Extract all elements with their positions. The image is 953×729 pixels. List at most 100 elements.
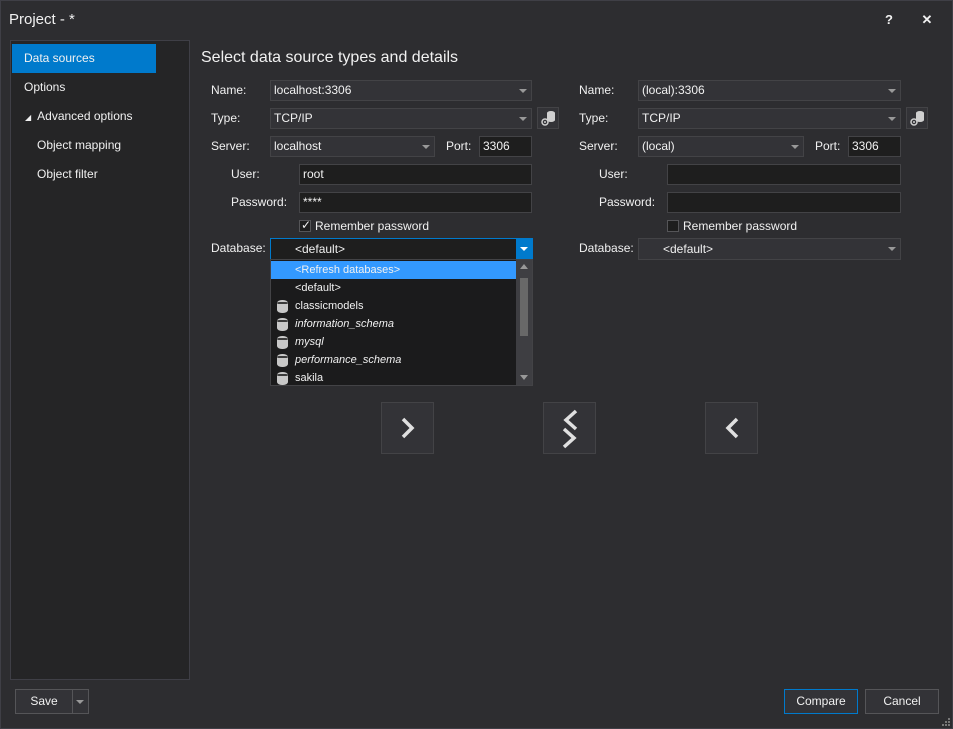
chevron-right-icon	[401, 417, 415, 439]
source-port-input[interactable]: 3306	[479, 136, 532, 157]
copy-source-to-target-button[interactable]	[381, 402, 434, 454]
source-name-combo[interactable]: localhost:3306	[270, 80, 532, 101]
cancel-button[interactable]: Cancel	[865, 689, 939, 714]
compare-button[interactable]: Compare	[784, 689, 858, 714]
source-type-combo[interactable]: TCP/IP	[270, 108, 532, 129]
collapse-triangle-icon[interactable]: ◢	[25, 113, 31, 122]
target-password-label: Password:	[599, 195, 656, 209]
database-icon	[277, 336, 288, 349]
database-dropdown-list: <Refresh databases> <default> classicmod…	[270, 259, 533, 386]
title-bar: Project - * ? ✕	[1, 1, 952, 39]
target-database-label: Database:	[579, 241, 634, 255]
scroll-down-icon[interactable]	[520, 375, 528, 380]
sidebar-item-advanced-options[interactable]: ◢ Advanced options	[12, 102, 182, 131]
sidebar-item-label: Object filter	[37, 167, 98, 181]
save-options-dropdown-button[interactable]	[72, 689, 89, 714]
chevron-down-icon	[520, 247, 528, 251]
dropdown-item-refresh-databases[interactable]: <Refresh databases>	[271, 261, 517, 279]
source-database-combo[interactable]: <default>	[270, 238, 533, 260]
project-dialog: Project - * ? ✕ Data sources Options ◢ Ad…	[0, 0, 953, 729]
source-database-label: Database:	[211, 241, 266, 255]
swap-arrows-icon	[562, 409, 578, 449]
target-user-label: User:	[599, 167, 628, 181]
target-remember-label: Remember password	[683, 219, 798, 233]
target-database-value: <default>	[663, 242, 714, 256]
chevron-down-icon	[888, 89, 896, 93]
database-settings-icon	[910, 111, 924, 126]
sidebar-item-label: Advanced options	[37, 109, 133, 123]
chevron-down-icon	[791, 145, 799, 149]
sidebar-item-object-mapping[interactable]: Object mapping	[12, 131, 182, 160]
chevron-down-icon	[519, 89, 527, 93]
source-server-label: Server:	[211, 139, 250, 153]
swap-sources-button[interactable]	[543, 402, 596, 454]
resize-grip-icon[interactable]	[942, 718, 950, 726]
close-button[interactable]: ✕	[916, 10, 938, 30]
list-item-label: classicmodels	[295, 300, 364, 312]
source-remember-label: Remember password	[315, 219, 430, 233]
dropdown-item-default[interactable]: <default>	[271, 279, 517, 297]
target-port-input[interactable]: 3306	[848, 136, 901, 157]
dropdown-item-performance-schema[interactable]: performance_schema	[271, 351, 517, 369]
source-server-value: localhost	[274, 139, 322, 153]
chevron-down-icon	[888, 247, 896, 251]
dropdown-item-information-schema[interactable]: information_schema	[271, 315, 517, 333]
target-server-value: (local)	[642, 139, 675, 153]
target-password-input[interactable]	[667, 192, 901, 213]
dropdown-item-mysql[interactable]: mysql	[271, 333, 517, 351]
target-connection-settings-button[interactable]	[906, 107, 928, 129]
source-user-input[interactable]: root	[299, 164, 532, 185]
source-user-label: User:	[231, 167, 260, 181]
dropdown-item-classicmodels[interactable]: classicmodels	[271, 297, 517, 315]
chevron-down-icon	[422, 145, 430, 149]
source-remember-checkbox[interactable]: ✓	[299, 218, 312, 232]
list-item-label: <Refresh databases>	[295, 264, 401, 276]
target-server-label: Server:	[579, 139, 618, 153]
dropdown-item-sakila[interactable]: sakila	[271, 369, 517, 387]
sidebar-item-data-sources[interactable]: Data sources	[12, 44, 156, 73]
source-database-value: <default>	[295, 242, 346, 256]
checkmark-icon: ✓	[301, 218, 312, 232]
copy-target-to-source-button[interactable]	[705, 402, 758, 454]
source-password-label: Password:	[231, 195, 288, 209]
scrollbar-thumb[interactable]	[520, 278, 528, 336]
target-database-combo[interactable]: <default>	[638, 238, 901, 260]
list-item-label: mysql	[295, 336, 324, 348]
chevron-down-icon	[76, 700, 84, 704]
source-connection-settings-button[interactable]	[537, 107, 559, 129]
database-icon	[277, 372, 288, 385]
source-server-combo[interactable]: localhost	[270, 136, 435, 157]
sidebar: Data sources Options ◢ Advanced options O…	[10, 40, 190, 680]
sidebar-item-label: Data sources	[24, 51, 95, 65]
target-name-combo[interactable]: (local):3306	[638, 80, 901, 101]
list-item-label: information_schema	[295, 318, 395, 330]
target-type-value: TCP/IP	[642, 111, 681, 125]
help-button[interactable]: ?	[878, 10, 900, 30]
page-title: Select data source types and details	[201, 49, 459, 66]
source-database-dropdown-button[interactable]	[516, 239, 532, 259]
target-server-combo[interactable]: (local)	[638, 136, 804, 157]
chevron-down-icon	[519, 117, 527, 121]
source-password-input[interactable]: ****	[299, 192, 532, 213]
target-type-combo[interactable]: TCP/IP	[638, 108, 901, 129]
target-remember-checkbox[interactable]	[667, 220, 679, 232]
database-icon	[277, 318, 288, 331]
list-item-label: sakila	[295, 372, 324, 384]
source-name-label: Name:	[211, 83, 247, 97]
window-title: Project - *	[9, 11, 75, 28]
target-port-label: Port:	[815, 139, 841, 153]
sidebar-item-label: Options	[24, 80, 66, 94]
dropdown-scrollbar[interactable]	[516, 260, 532, 385]
sidebar-item-object-filter[interactable]: Object filter	[12, 160, 182, 189]
target-user-input[interactable]	[667, 164, 901, 185]
database-settings-icon	[541, 111, 555, 126]
database-icon	[277, 300, 288, 313]
target-name-label: Name:	[579, 83, 615, 97]
list-item-label: <default>	[295, 282, 341, 294]
sidebar-item-options[interactable]: Options	[12, 73, 156, 102]
save-button[interactable]: Save	[15, 689, 73, 714]
target-type-label: Type:	[579, 111, 609, 125]
target-name-value: (local):3306	[642, 83, 705, 97]
scroll-up-icon[interactable]	[520, 264, 528, 269]
chevron-left-icon	[725, 417, 739, 439]
